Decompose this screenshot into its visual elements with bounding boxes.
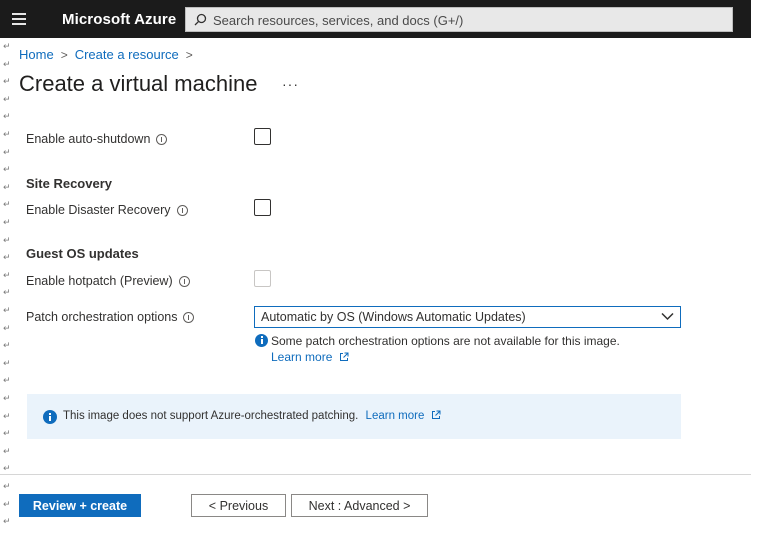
paragraph-mark: ↵: [3, 270, 11, 281]
hotpatch-checkbox: [254, 270, 271, 287]
search-box[interactable]: [185, 7, 733, 32]
page-title: Create a virtual machine: [19, 71, 258, 96]
paragraph-mark: ↵: [3, 499, 11, 510]
disaster-recovery-checkbox[interactable]: [254, 199, 271, 216]
review-create-button[interactable]: Review + create: [19, 494, 141, 517]
next-advanced-button[interactable]: Next : Advanced >: [291, 494, 428, 517]
banner-text: This image does not support Azure-orches…: [63, 410, 359, 422]
top-bar: Microsoft Azure: [0, 0, 751, 38]
disaster-recovery-label-text: Enable Disaster Recovery: [26, 203, 171, 217]
site-recovery-heading: Site Recovery: [26, 176, 112, 191]
paragraph-mark: ↵: [3, 182, 11, 193]
breadcrumb-separator: >: [60, 47, 68, 62]
paragraph-mark: ↵: [3, 94, 11, 105]
paragraph-mark: ↵: [3, 376, 11, 387]
info-banner: This image does not support Azure-orches…: [27, 394, 681, 439]
hotpatch-label: Enable hotpatch (Preview): [26, 274, 190, 288]
auto-shutdown-label: Enable auto-shutdown: [26, 132, 168, 146]
chevron-down-icon: [661, 312, 674, 321]
paragraph-marks: ↵ ↵ ↵ ↵ ↵ ↵ ↵ ↵ ↵ ↵ ↵ ↵ ↵ ↵ ↵ ↵ ↵ ↵ ↵ ↵ ↵ ↵ ↵ ↵ ↵ ↵ ↵ ↵: [3, 0, 13, 535]
paragraph-mark: ↵: [3, 253, 11, 264]
external-link-icon: [431, 410, 441, 419]
info-icon[interactable]: [156, 133, 168, 145]
paragraph-mark: ↵: [3, 358, 11, 369]
paragraph-mark: ↵: [3, 112, 11, 123]
paragraph-mark: ↵: [3, 165, 11, 176]
paragraph-mark: ↵: [3, 59, 11, 70]
paragraph-mark: ↵: [3, 306, 11, 316]
paragraph-mark: ↵: [3, 200, 11, 211]
banner-message: This image does not support Azure-orches…: [63, 410, 441, 422]
patch-orchestration-dropdown[interactable]: Automatic by OS (Windows Automatic Updat…: [254, 306, 681, 328]
brand-title[interactable]: Microsoft Azure: [62, 11, 176, 28]
paragraph-mark: ↵: [3, 517, 11, 528]
paragraph-mark: ↵: [3, 341, 11, 352]
paragraph-mark: ↵: [3, 394, 11, 404]
banner-learn-more-text: Learn more: [365, 410, 425, 422]
disaster-recovery-label: Enable Disaster Recovery: [26, 203, 188, 217]
footer-divider: [0, 474, 751, 475]
paragraph-mark: ↵: [3, 464, 11, 475]
paragraph-mark: ↵: [3, 235, 11, 246]
external-link-icon: [339, 352, 349, 361]
patch-orchestration-value: Automatic by OS (Windows Automatic Updat…: [261, 310, 526, 324]
search-input[interactable]: [213, 11, 713, 29]
info-filled-icon: [255, 334, 268, 347]
patch-orchestration-label-text: Patch orchestration options: [26, 310, 178, 324]
patch-learn-more-text: Learn more: [271, 350, 333, 364]
guest-os-updates-heading: Guest OS updates: [26, 246, 139, 261]
paragraph-mark: ↵: [3, 130, 11, 140]
patch-learn-more-link[interactable]: Learn more: [271, 350, 349, 364]
paragraph-mark: ↵: [3, 411, 11, 422]
breadcrumb-separator: >: [185, 47, 193, 62]
previous-button[interactable]: < Previous: [191, 494, 286, 517]
info-icon[interactable]: [178, 275, 190, 287]
paragraph-mark: ↵: [3, 482, 11, 492]
auto-shutdown-checkbox[interactable]: [254, 128, 271, 145]
paragraph-mark: ↵: [3, 218, 11, 228]
patch-orchestration-label: Patch orchestration options: [26, 310, 195, 324]
patch-note-text: Some patch orchestration options are not…: [271, 334, 620, 348]
paragraph-mark: ↵: [3, 323, 11, 334]
banner-learn-more-link[interactable]: Learn more: [366, 410, 441, 422]
paragraph-mark: ↵: [3, 77, 11, 88]
search-icon: [194, 13, 207, 26]
breadcrumb: Home > Create a resource >: [19, 47, 200, 62]
info-filled-icon: [43, 410, 57, 424]
auto-shutdown-label-text: Enable auto-shutdown: [26, 132, 151, 146]
info-icon[interactable]: [183, 311, 195, 323]
info-icon[interactable]: [176, 204, 188, 216]
breadcrumb-home[interactable]: Home: [19, 47, 54, 62]
paragraph-mark: ↵: [3, 429, 11, 440]
paragraph-mark: ↵: [3, 42, 11, 52]
breadcrumb-create-resource[interactable]: Create a resource: [75, 47, 179, 62]
paragraph-mark: ↵: [3, 288, 11, 299]
more-options-button[interactable]: ···: [282, 76, 299, 92]
paragraph-mark: ↵: [3, 147, 11, 158]
hamburger-icon[interactable]: [8, 9, 30, 29]
hotpatch-label-text: Enable hotpatch (Preview): [26, 274, 173, 288]
paragraph-mark: ↵: [3, 446, 11, 457]
